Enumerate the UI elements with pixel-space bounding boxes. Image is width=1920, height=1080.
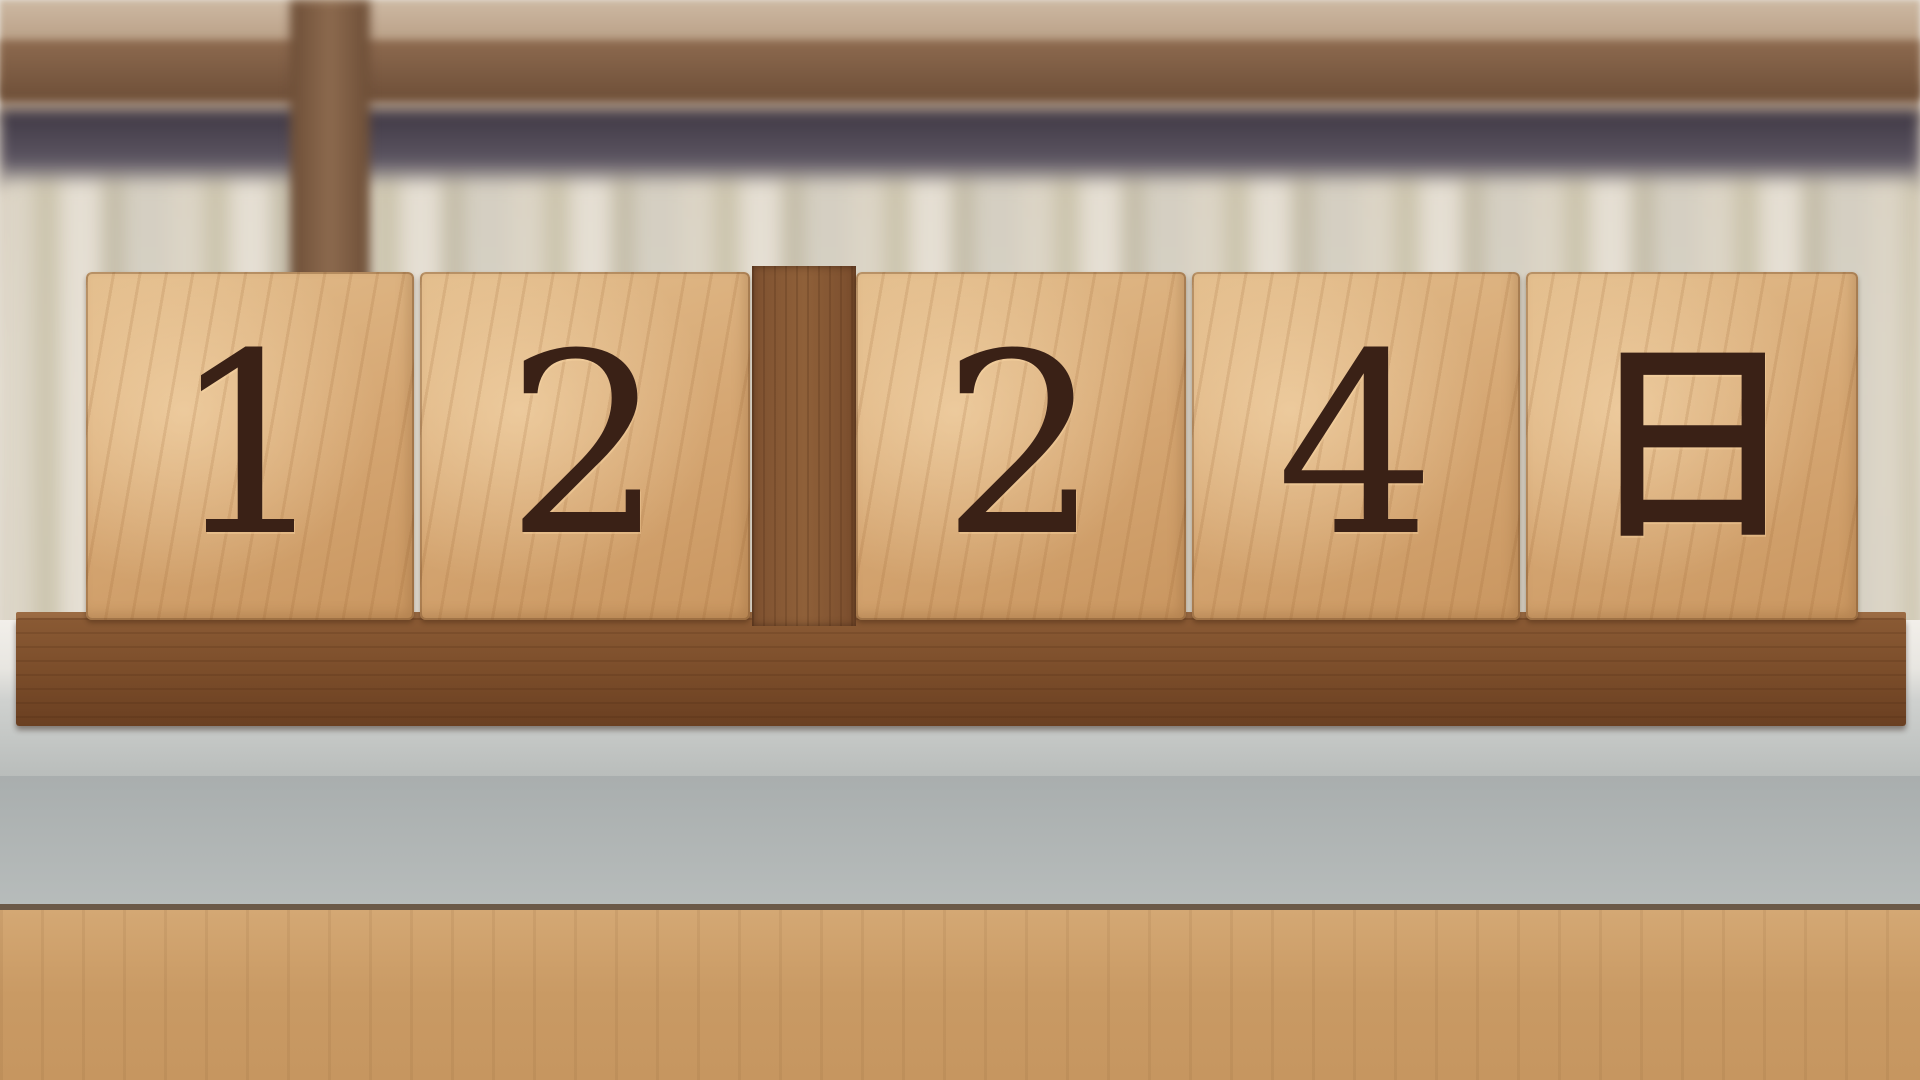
block-glyph: 4 — [1276, 300, 1436, 591]
block-glyph: 1 — [170, 300, 330, 591]
block-glyph: 2 — [505, 300, 665, 591]
date-block-day-ones: 4 — [1192, 272, 1520, 620]
date-block-day-tens: 2 — [856, 272, 1186, 620]
table-front — [0, 910, 1920, 1080]
date-block-day-suffix: 日 — [1526, 272, 1858, 620]
date-block-month-tens: 1 — [86, 272, 414, 620]
shelf-shadow — [0, 110, 1920, 190]
block-glyph: 日 — [1586, 323, 1797, 568]
calendar-stand — [16, 618, 1906, 726]
calendar-divider — [752, 266, 856, 626]
shelf-board — [0, 40, 1920, 100]
date-block-month-ones: 2 — [420, 272, 750, 620]
scene: 1 2 2 4 日 — [0, 0, 1920, 1080]
table-edge — [0, 776, 1920, 906]
block-glyph: 2 — [941, 300, 1101, 591]
